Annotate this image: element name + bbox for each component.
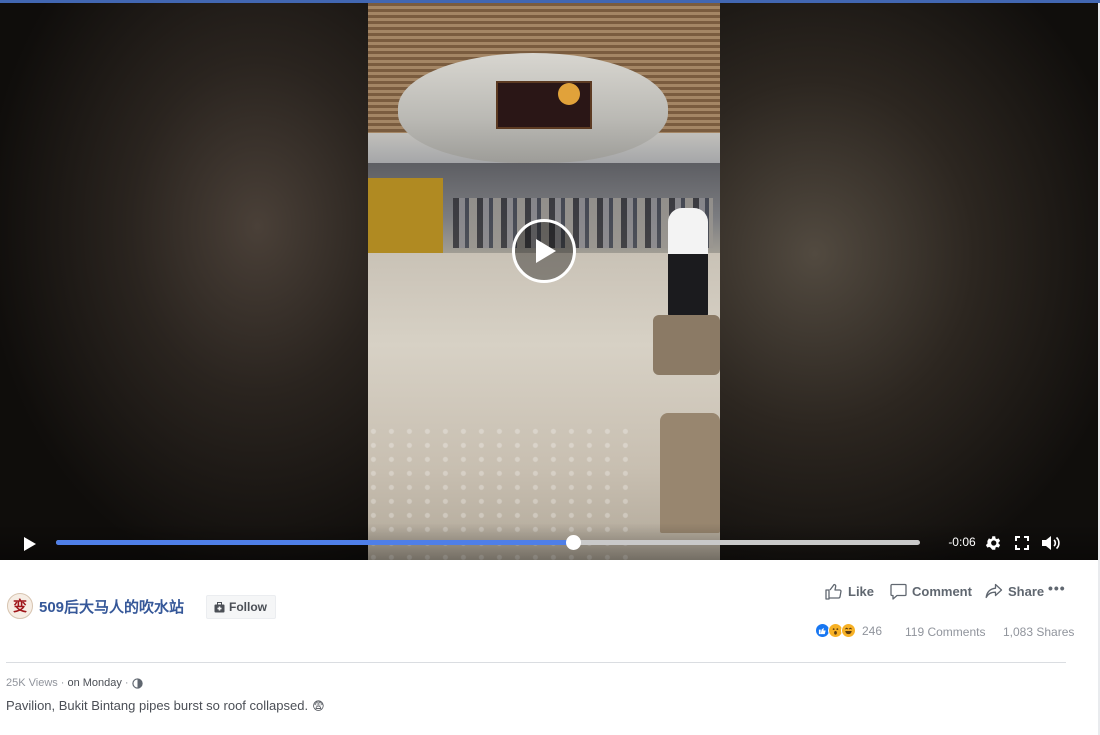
post-timestamp[interactable]: on Monday — [67, 677, 121, 689]
page-avatar[interactable]: 变 — [7, 593, 33, 619]
reactions-summary[interactable]: 246 — [815, 623, 882, 638]
more-options-button[interactable]: ••• — [1048, 580, 1068, 600]
comment-icon — [890, 583, 907, 600]
play-icon — [536, 239, 556, 263]
volume-button[interactable] — [1041, 533, 1061, 553]
reaction-count: 246 — [862, 623, 883, 638]
comment-button[interactable]: Comment — [890, 581, 972, 601]
globe-icon[interactable] — [131, 677, 143, 689]
play-overlay-button[interactable] — [512, 219, 576, 283]
video-blur-right — [720, 3, 1098, 560]
video-seat — [653, 315, 720, 375]
shares-count-link[interactable]: 1,083 Shares — [1003, 625, 1074, 639]
caption-text: Pavilion, Bukit Bintang pipes burst so r… — [6, 698, 309, 713]
progress-bar[interactable] — [56, 535, 920, 550]
play-icon — [24, 537, 36, 551]
divider — [6, 662, 1066, 663]
settings-button[interactable] — [983, 533, 1003, 553]
fullscreen-button[interactable] — [1012, 533, 1032, 553]
share-icon — [985, 583, 1003, 599]
player-controls: -0:06 — [0, 523, 1098, 560]
avatar-logo: 变 — [13, 599, 27, 615]
video-shop — [368, 178, 443, 253]
fearful-emoji-icon: 😨 — [312, 698, 325, 713]
video-blur-left — [0, 3, 368, 560]
post-meta: 变 509后大马人的吹水站 Follow Like Comment Share … — [0, 560, 1098, 735]
progress-fill — [56, 540, 573, 545]
follow-button[interactable]: Follow — [206, 595, 276, 619]
separator: · — [60, 677, 65, 689]
video-seat — [660, 413, 720, 533]
share-label: Share — [1008, 583, 1045, 599]
video-sign-logo — [558, 83, 580, 105]
thumbs-up-icon — [825, 583, 842, 600]
views-count: 25K Views — [6, 677, 58, 689]
like-label: Like — [848, 583, 875, 599]
remaining-time: -0:06 — [948, 535, 976, 549]
follow-icon — [214, 601, 225, 612]
volume-icon — [1042, 536, 1060, 550]
haha-reaction-icon — [841, 623, 856, 638]
gear-icon — [985, 536, 1001, 550]
video-player[interactable]: -0:06 — [0, 3, 1098, 560]
play-button[interactable] — [20, 535, 40, 553]
follow-label: Follow — [229, 600, 267, 614]
fullscreen-icon — [1015, 536, 1029, 550]
share-button[interactable]: Share — [985, 581, 1044, 601]
post-stats-line: 25K Views · on Monday · — [6, 677, 143, 689]
page-name-link[interactable]: 509后大马人的吹水站 — [39, 596, 184, 617]
video-person — [668, 208, 708, 318]
progress-scrubber[interactable] — [565, 535, 581, 550]
comment-label: Comment — [912, 583, 972, 599]
like-button[interactable]: Like — [825, 581, 874, 601]
separator: · — [124, 677, 129, 689]
post-caption: Pavilion, Bukit Bintang pipes burst so r… — [6, 698, 325, 713]
comments-count-link[interactable]: 119 Comments — [905, 625, 985, 639]
